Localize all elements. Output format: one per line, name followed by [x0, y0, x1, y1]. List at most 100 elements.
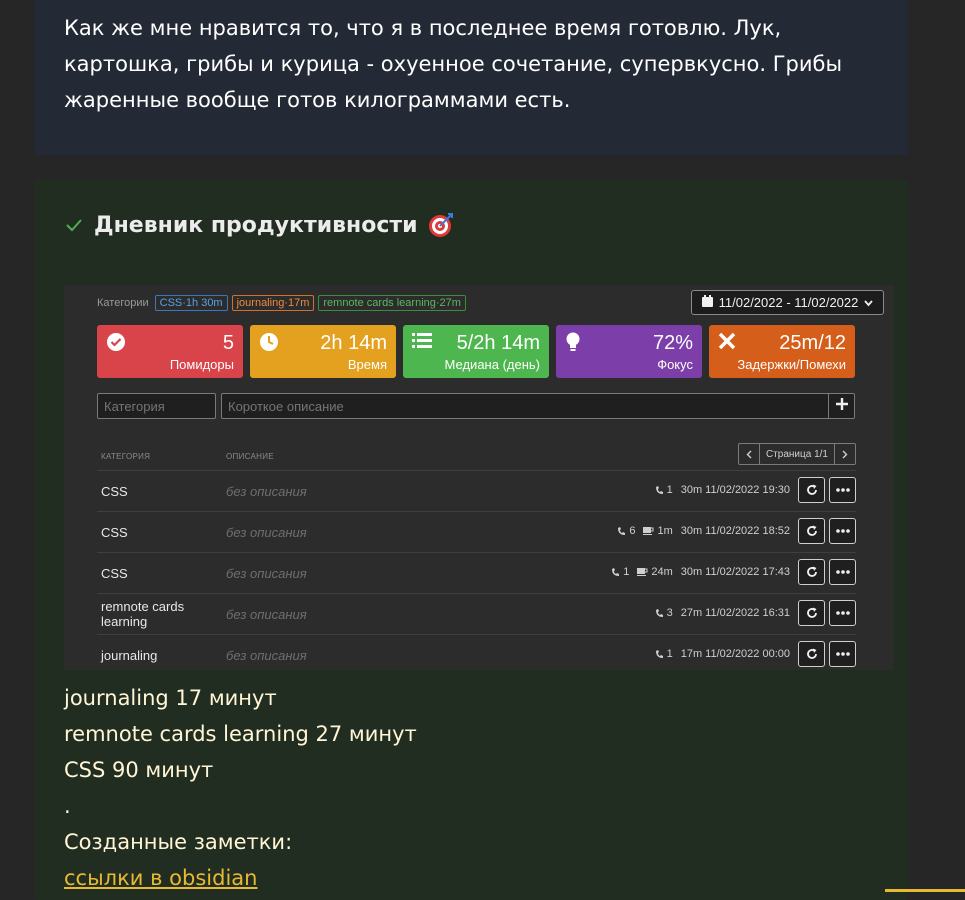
- table-row: journaling без описания 1 17m 11/02/2022…: [97, 634, 856, 675]
- table-row: remnote cards learning без описания 3 27…: [97, 593, 856, 634]
- note-text: Как же мне нравится то, что я в последне…: [64, 16, 843, 112]
- lightbulb-icon: [565, 332, 581, 357]
- stat-value: 72%: [652, 332, 693, 354]
- stat-focus: 72% Фокус: [556, 325, 702, 378]
- row-description: без описания: [226, 566, 307, 581]
- stat-interruptions: 25m/12 Задержки/Помехи: [709, 325, 855, 378]
- ellipsis-icon: [835, 652, 850, 656]
- ellipsis-icon: [835, 570, 850, 574]
- row-duration: 30m: [680, 566, 703, 578]
- category-input[interactable]: [97, 393, 216, 419]
- check-circle-icon: [106, 332, 126, 357]
- row-datetime: 11/02/2022 00:00: [705, 648, 790, 660]
- breaks-time: 24m: [637, 566, 673, 578]
- redo-icon: [806, 607, 817, 618]
- more-button[interactable]: [829, 477, 856, 503]
- pager-prev-button[interactable]: [739, 444, 759, 464]
- stat-value: 2h 14m: [320, 332, 387, 354]
- ellipsis-icon: [835, 529, 850, 533]
- row-meta: 1 24m 30m 11/02/2022 17:43: [611, 566, 790, 578]
- stat-pomodoros: 5 Помидоры: [97, 325, 243, 378]
- calls-count: 1: [655, 484, 673, 496]
- note-line: Созданные заметки:: [64, 830, 293, 854]
- coffee-icon: [637, 568, 648, 576]
- table-row: CSS без описания 1 24m 30m 11/02/2022 17…: [97, 552, 856, 593]
- sessions-table: CSS без описания 1 30m 11/02/2022 19:30: [97, 470, 856, 675]
- phone-icon: [655, 649, 663, 658]
- row-category: CSS: [101, 566, 128, 581]
- more-button[interactable]: [829, 559, 856, 585]
- calls-count: 3: [655, 607, 673, 619]
- row-category: CSS: [101, 525, 128, 540]
- stat-median: 5/2h 14m Медиана (день): [403, 325, 549, 378]
- calls-value: 1: [666, 484, 673, 496]
- card-title: Дневник продуктивности: [64, 212, 454, 238]
- restart-button[interactable]: [798, 518, 825, 544]
- productivity-app: Категории CSS·1h 30m journaling·17m remn…: [64, 285, 894, 670]
- more-button[interactable]: [829, 641, 856, 667]
- stat-value: 5: [222, 332, 234, 354]
- obsidian-link[interactable]: ссылки в obsidian: [64, 866, 257, 890]
- stat-label: Фокус: [657, 357, 693, 372]
- row-datetime: 11/02/2022 16:31: [705, 607, 790, 619]
- target-icon: [428, 212, 454, 238]
- date-range-dropdown[interactable]: 11/02/2022 - 11/02/2022: [691, 290, 884, 315]
- stat-time: 2h 14m Время: [250, 325, 396, 378]
- stat-value: 5/2h 14m: [456, 332, 540, 354]
- stat-label: Помидоры: [169, 357, 234, 372]
- chevron-down-icon: [864, 295, 874, 310]
- row-meta: 6 1m 30m 11/02/2022 18:52: [617, 525, 790, 537]
- note-line: journaling 17 минут: [64, 686, 277, 710]
- calls-value: 3: [666, 607, 673, 619]
- row-meta: 3 27m 11/02/2022 16:31: [655, 607, 790, 619]
- coffee-icon: [643, 527, 654, 535]
- stat-label: Медиана (день): [444, 357, 540, 372]
- breaks-value: 24m: [651, 566, 673, 578]
- categories-label: Категории: [97, 297, 149, 309]
- row-duration: 30m: [680, 484, 703, 496]
- pager-next-button[interactable]: [835, 444, 855, 464]
- description-input[interactable]: [221, 393, 829, 419]
- ellipsis-icon: [835, 488, 850, 492]
- redo-icon: [806, 648, 817, 659]
- category-chip-remnote[interactable]: remnote cards learning·27m: [318, 295, 466, 311]
- row-category: CSS: [101, 484, 128, 499]
- phone-icon: [655, 485, 663, 494]
- more-button[interactable]: [829, 518, 856, 544]
- phone-icon: [612, 567, 620, 576]
- row-meta: 1 30m 11/02/2022 19:30: [655, 484, 790, 496]
- row-description: без описания: [226, 484, 307, 499]
- restart-button[interactable]: [798, 600, 825, 626]
- redo-icon: [806, 566, 817, 577]
- restart-button[interactable]: [798, 477, 825, 503]
- pager-label: Страница 1/1: [758, 444, 835, 464]
- notes-text: journaling 17 минут remnote cards learni…: [64, 680, 417, 896]
- row-category: remnote cards learning: [101, 599, 185, 629]
- row-datetime: 11/02/2022 17:43: [705, 566, 790, 578]
- category-chip-css[interactable]: CSS·1h 30m: [154, 295, 228, 311]
- stat-label: Задержки/Помехи: [737, 357, 846, 372]
- stat-value: 25m/12: [779, 332, 846, 354]
- restart-button[interactable]: [798, 559, 825, 585]
- restart-button[interactable]: [798, 641, 825, 667]
- more-button[interactable]: [829, 600, 856, 626]
- calls-value: 1: [666, 648, 673, 660]
- categories-row: Категории CSS·1h 30m journaling·17m remn…: [97, 293, 466, 313]
- plus-icon: [835, 397, 848, 415]
- column-header-category: КАТЕГОРИЯ: [101, 452, 151, 461]
- stats-row: 5 Помидоры 2h 14m Время 5/2h 14m Медиана…: [97, 325, 855, 378]
- phone-icon: [618, 526, 626, 535]
- table-row: CSS без описания 1 30m 11/02/2022 19:30: [97, 470, 856, 511]
- table-header: КАТЕГОРИЯ ОПИСАНИЕ Страница 1/1: [97, 443, 856, 469]
- card-title-text: Дневник продуктивности: [94, 212, 418, 238]
- add-button[interactable]: [828, 393, 855, 419]
- calls-value: 6: [629, 525, 636, 537]
- row-duration: 30m: [680, 525, 703, 537]
- category-chip-journaling[interactable]: journaling·17m: [231, 295, 315, 311]
- redo-icon: [806, 484, 817, 495]
- stat-label: Время: [347, 357, 387, 372]
- note-line: remnote cards learning 27 минут: [64, 722, 417, 746]
- row-meta: 1 17m 11/02/2022 00:00: [655, 648, 790, 660]
- calls-count: 1: [611, 566, 629, 578]
- note-line: CSS 90 минут: [64, 758, 214, 782]
